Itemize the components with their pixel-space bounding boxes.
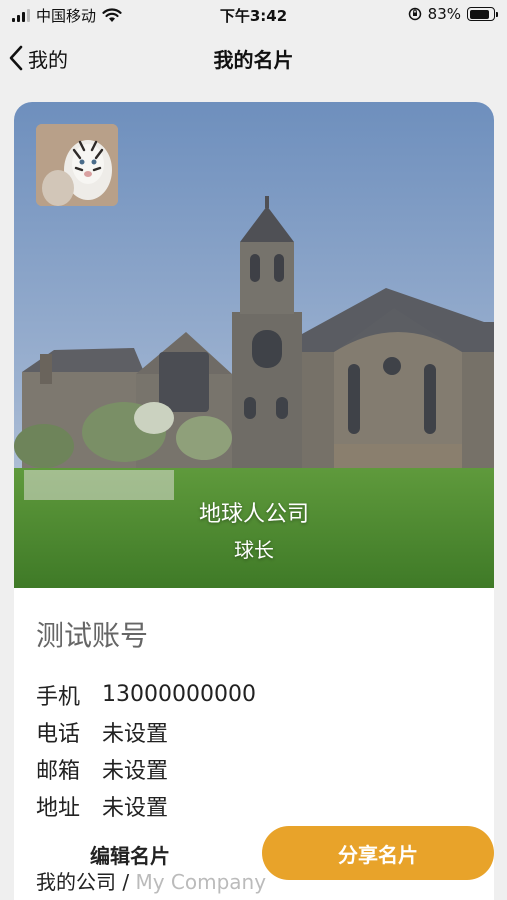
- tiger-avatar-image: [36, 124, 118, 206]
- info-row-address: 地址 未设置: [36, 787, 476, 824]
- info-value: 未设置: [102, 795, 169, 821]
- status-bar: 中国移动 下午3:42 83%: [0, 0, 507, 30]
- person-name: 测试账号: [36, 619, 149, 652]
- info-row-telephone: 电话 未设置: [36, 713, 476, 750]
- info-value: 未设置: [102, 758, 169, 784]
- info-row-phone: 手机 13000000000: [36, 676, 476, 713]
- business-card: 地球人公司 球长 测试账号 手机 13000000000 电话 未设置 邮箱 未…: [14, 102, 494, 900]
- battery-fill: [469, 9, 489, 19]
- page-title: 我的名片: [213, 48, 294, 72]
- info-label: 地址: [36, 795, 81, 821]
- battery-percent: 83%: [427, 5, 461, 23]
- info-label: 电话: [36, 721, 81, 747]
- status-right: 83%: [408, 5, 498, 23]
- nav-bar: 我的 我的名片: [0, 30, 507, 86]
- share-card-button[interactable]: 分享名片: [262, 826, 494, 880]
- info-row-email: 邮箱 未设置: [36, 750, 476, 787]
- info-value: 未设置: [102, 721, 169, 747]
- info-label: 手机: [36, 684, 81, 710]
- info-label: 邮箱: [36, 758, 81, 784]
- card-job-title: 球长: [234, 538, 274, 562]
- card-company: 地球人公司: [198, 502, 309, 527]
- avatar[interactable]: [36, 124, 118, 206]
- battery-icon: [467, 7, 498, 21]
- orientation-lock-icon: [408, 7, 421, 21]
- edit-card-button[interactable]: 编辑名片: [46, 828, 214, 880]
- info-value: 13000000000: [102, 682, 256, 707]
- card-cover-image: 地球人公司 球长: [14, 102, 494, 588]
- card-info: 测试账号 手机 13000000000 电话 未设置 邮箱 未设置 地址 未设置: [36, 614, 476, 824]
